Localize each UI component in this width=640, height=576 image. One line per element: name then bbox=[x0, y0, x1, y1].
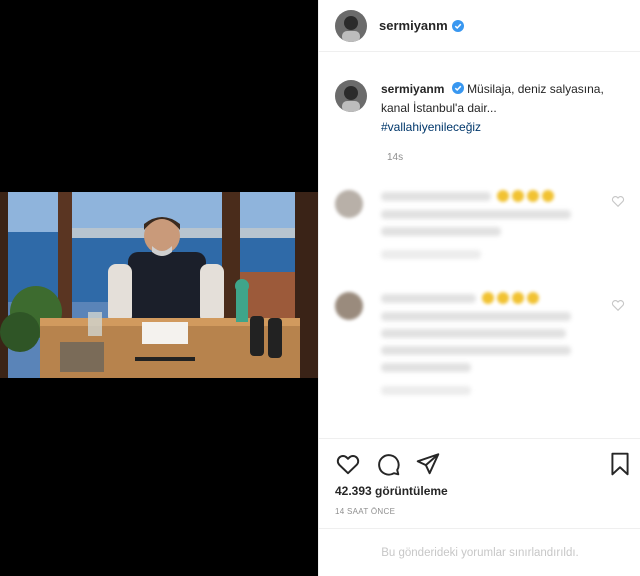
author-avatar[interactable] bbox=[335, 9, 367, 42]
verified-badge-icon bbox=[451, 19, 464, 32]
comment-like-icon[interactable] bbox=[611, 298, 625, 312]
caption-verified-badge-icon bbox=[451, 82, 464, 94]
post-header: sermiyanm bbox=[319, 0, 640, 52]
post-caption: sermiyanm Müsilaja, deniz salyasına, kan… bbox=[335, 80, 625, 137]
caption-age: 14s bbox=[387, 152, 404, 163]
comment-bubble-icon[interactable] bbox=[375, 451, 401, 477]
author-username[interactable]: sermiyanm bbox=[379, 18, 448, 33]
caption-hashtag[interactable]: #vallahiyenileceğiz bbox=[381, 120, 481, 134]
comments-limited-notice: Bu gönderideki yorumlar sınırlandırıldı. bbox=[319, 528, 640, 576]
caption-username[interactable]: sermiyanm bbox=[381, 82, 444, 96]
caption-avatar[interactable] bbox=[335, 80, 367, 112]
post-photo[interactable] bbox=[0, 192, 318, 378]
blurred-comment bbox=[335, 186, 625, 267]
post-action-bar bbox=[319, 438, 640, 484]
paper-plane-icon[interactable] bbox=[415, 451, 441, 477]
comment-like-icon[interactable] bbox=[611, 194, 625, 208]
heart-icon[interactable] bbox=[335, 451, 361, 477]
post-media-area bbox=[0, 0, 318, 576]
comment-avatar bbox=[335, 190, 363, 218]
blurred-comment bbox=[335, 288, 625, 403]
comment-avatar bbox=[335, 292, 363, 320]
post-timestamp[interactable]: 14 SAAT ÖNCE bbox=[335, 507, 395, 516]
bookmark-icon[interactable] bbox=[607, 451, 633, 477]
view-count[interactable]: 42.393 görüntüleme bbox=[335, 484, 448, 498]
caption-text-block: sermiyanm Müsilaja, deniz salyasına, kan… bbox=[381, 80, 625, 137]
post-side-panel: sermiyanm sermiyanm Müsilaja, deniz saly… bbox=[318, 0, 640, 576]
